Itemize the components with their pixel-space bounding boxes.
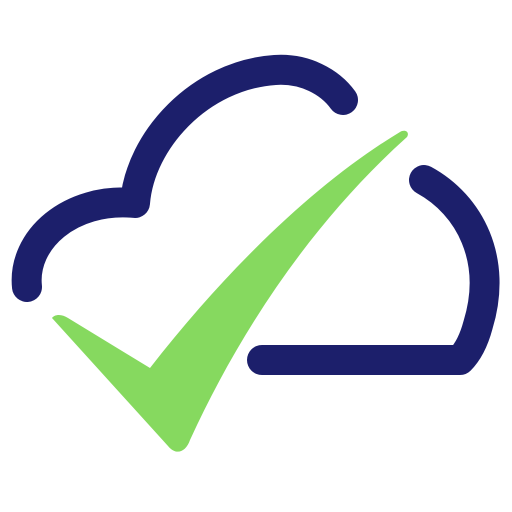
checkmark-shape bbox=[52, 130, 408, 452]
cloud-check-icon bbox=[11, 54, 500, 452]
logo-canvas bbox=[0, 0, 512, 512]
cloud-outline-right-base bbox=[247, 165, 500, 375]
